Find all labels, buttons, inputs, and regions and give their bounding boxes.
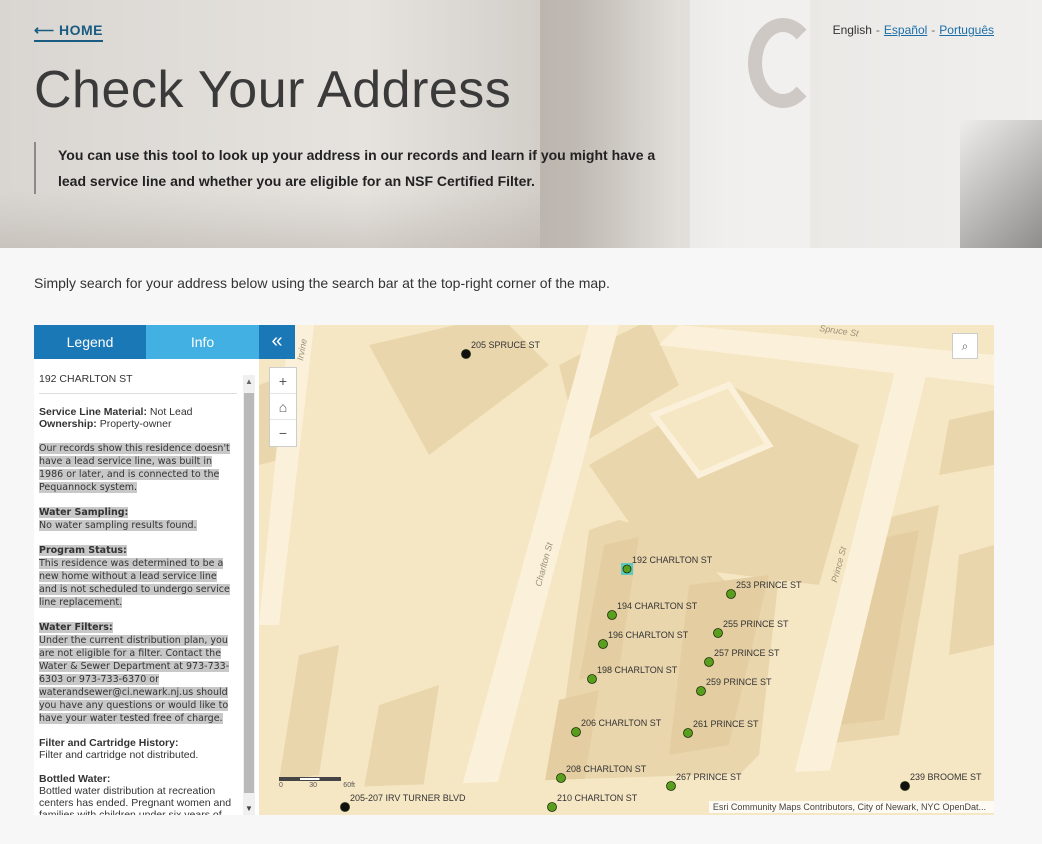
scale-labels: 0 30 60ft <box>279 782 355 789</box>
address-map-widget: 192 CHARLTON ST Service Line Material: N… <box>34 325 994 815</box>
water-filters-info: Water Filters: Under the current distribu… <box>39 622 230 724</box>
scrollbar-thumb[interactable] <box>244 393 254 793</box>
hero-banner: ⟵ HOME English - Español - Português Check Y… <box>0 0 1042 248</box>
service-line-info: Service Line Material: Not Lead Ownershi… <box>39 406 193 430</box>
address-point-marker[interactable] <box>622 564 632 574</box>
hero-background-ornament <box>748 18 818 108</box>
address-point-label: 267 PRINCE ST <box>676 772 742 782</box>
map-view[interactable]: Charlton St Prince St Spruce St Irvine 2… <box>259 325 994 815</box>
address-point-marker[interactable] <box>556 773 566 783</box>
map-attribution: Esri Community Maps Contributors, City o… <box>708 801 994 813</box>
address-point-marker[interactable] <box>607 610 617 620</box>
tab-info[interactable]: Info <box>146 325 259 359</box>
zoom-out-button[interactable]: − <box>270 420 296 446</box>
scale-bar: 0 30 60ft <box>279 777 355 789</box>
home-icon[interactable]: ⌂ <box>270 394 296 420</box>
map-block <box>279 645 339 780</box>
address-point-marker[interactable] <box>571 727 581 737</box>
address-point-marker[interactable] <box>704 657 714 667</box>
address-point-label: 261 PRINCE ST <box>693 719 759 729</box>
language-current: English <box>832 23 872 37</box>
street-label: Spruce St <box>819 325 860 339</box>
language-switcher: English - Español - Português <box>832 23 994 37</box>
map-canvas[interactable]: Charlton St Prince St Spruce St Irvine 2… <box>259 325 994 815</box>
address-point-marker[interactable] <box>598 639 608 649</box>
program-status-info: Program Status: This residence was determ… <box>39 545 230 608</box>
address-point-label: 239 BROOME ST <box>910 772 982 782</box>
address-point-marker[interactable] <box>900 781 910 791</box>
address-point-label: 257 PRINCE ST <box>714 648 780 658</box>
map-block <box>949 545 994 655</box>
address-point-marker[interactable] <box>340 802 350 812</box>
map-block <box>939 410 994 475</box>
address-point-marker[interactable] <box>666 781 676 791</box>
zoom-controls: + ⌂ − <box>269 367 297 447</box>
address-point-marker[interactable] <box>726 589 736 599</box>
zoom-in-button[interactable]: + <box>270 368 296 394</box>
hero-background-shade <box>0 190 540 248</box>
water-sampling-info: Water Sampling: No water sampling results… <box>39 507 197 531</box>
scroll-up-icon[interactable]: ▲ <box>245 377 253 386</box>
scale-bar-graphic <box>279 777 341 781</box>
address-point-label: 198 CHARLTON ST <box>597 665 678 675</box>
hero-background-shade <box>960 120 1042 248</box>
address-point-label: 206 CHARLTON ST <box>581 718 662 728</box>
address-point-label: 259 PRINCE ST <box>706 677 772 687</box>
hero-background-shade <box>540 0 680 248</box>
address-point-label: 208 CHARLTON ST <box>566 764 647 774</box>
address-point-label: 210 CHARLTON ST <box>557 793 638 803</box>
address-point-marker[interactable] <box>713 628 723 638</box>
address-point-label: 205 SPRUCE ST <box>471 340 541 350</box>
filter-history-info: Filter and Cartridge History: Filter and … <box>39 737 199 761</box>
search-instruction: Simply search for your address below usi… <box>34 275 610 291</box>
address-point-marker[interactable] <box>587 674 597 684</box>
address-point-label: 192 CHARLTON ST <box>632 555 713 565</box>
address-point-marker[interactable] <box>696 686 706 696</box>
bottled-water-info: Bottled Water: Bottled water distribution… <box>39 773 232 815</box>
info-panel: 192 CHARLTON ST Service Line Material: N… <box>34 325 259 815</box>
address-point-label: 255 PRINCE ST <box>723 619 789 629</box>
address-point-label: 205-207 IRV TURNER BLVD <box>350 793 466 803</box>
address-point-marker[interactable] <box>547 802 557 812</box>
collapse-panel-icon[interactable]: « <box>259 325 295 359</box>
address-point-marker[interactable] <box>683 728 693 738</box>
language-link-espanol[interactable]: Español <box>884 23 927 37</box>
panel-tabs: Legend Info « <box>34 325 295 359</box>
address-point-marker[interactable] <box>461 349 471 359</box>
page-title: Check Your Address <box>34 61 512 119</box>
search-icon[interactable]: ⌕ <box>952 333 978 359</box>
address-point-label: 253 PRINCE ST <box>736 580 802 590</box>
info-panel-scrollbar[interactable]: ▲ ▼ <box>243 375 255 815</box>
language-link-portugues[interactable]: Português <box>939 23 994 37</box>
scroll-down-icon[interactable]: ▼ <box>245 804 253 813</box>
records-info: Our records show this residence doesn't … <box>39 443 230 493</box>
tab-legend[interactable]: Legend <box>34 325 146 359</box>
address-point-label: 196 CHARLTON ST <box>608 630 689 640</box>
address-point-label: 194 CHARLTON ST <box>617 601 698 611</box>
selected-address: 192 CHARLTON ST <box>39 373 237 394</box>
info-panel-content: 192 CHARLTON ST Service Line Material: N… <box>34 359 242 815</box>
page-description: You can use this tool to look up your ad… <box>34 142 674 194</box>
home-link[interactable]: ⟵ HOME <box>34 22 103 42</box>
